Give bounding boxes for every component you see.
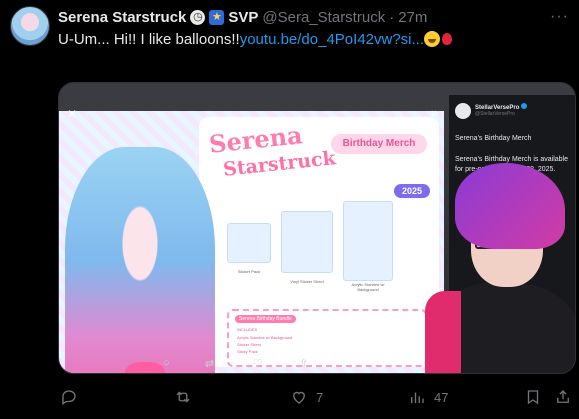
embedded-headline: Serena's Birthday Merch bbox=[455, 135, 532, 142]
merch-item-label: Acrylic Standee w/ Background bbox=[351, 282, 385, 292]
merch-item: Acrylic Standee w/ Background bbox=[343, 201, 393, 292]
video-media[interactable]: Serena Starstruck Birthday Merch 2025 St… bbox=[58, 82, 576, 374]
heart-icon bbox=[293, 391, 305, 404]
affiliate-tag: SVP bbox=[228, 9, 259, 26]
expand-icon[interactable]: » bbox=[431, 105, 438, 120]
merch-item-label: Vinyl Sticker Sheet bbox=[290, 279, 324, 284]
balloon-icon bbox=[442, 33, 453, 45]
timestamp[interactable]: 27m bbox=[398, 9, 427, 26]
repost-button[interactable] bbox=[174, 386, 200, 408]
display-name[interactable]: Serena Starstruck bbox=[58, 9, 186, 26]
more-options-icon[interactable]: ··· bbox=[550, 8, 569, 26]
bundle-item: Sticker Sheet bbox=[237, 342, 261, 347]
avatar[interactable] bbox=[10, 6, 50, 46]
reply-button[interactable] bbox=[60, 386, 86, 408]
like-button[interactable]: 7 bbox=[290, 386, 323, 408]
close-icon[interactable]: ✕ bbox=[65, 107, 79, 121]
star-icon: ★ bbox=[209, 10, 225, 25]
merch-item: Sticker Pack bbox=[227, 223, 271, 274]
bookmark-button[interactable] bbox=[524, 386, 542, 408]
repost-icon: ⇄ bbox=[205, 358, 215, 370]
anime-character-illustration bbox=[65, 147, 215, 373]
post-link[interactable]: youtu.be/do_4PoI42vw?si... bbox=[240, 31, 424, 48]
merch-item-label: Sticker Pack bbox=[237, 269, 261, 274]
merch-graphic: Serena Starstruck Birthday Merch 2025 St… bbox=[59, 111, 444, 373]
views-button[interactable]: 47 bbox=[408, 386, 448, 408]
reply-icon: ○ bbox=[163, 357, 170, 369]
smiling-face-icon bbox=[424, 31, 441, 47]
post-text: U-Um... Hi!! I like balloons!!youtu.be/d… bbox=[58, 31, 453, 48]
vtuber-avatar-overlay bbox=[415, 163, 575, 373]
post-actions: 7 47 bbox=[58, 386, 576, 410]
embedded-avatar bbox=[455, 103, 471, 119]
merch-item: Vinyl Sticker Sheet bbox=[281, 211, 333, 284]
verified-icon bbox=[521, 103, 528, 109]
embedded-name: StellarVersePro bbox=[475, 103, 528, 111]
clock-icon: ◷ bbox=[190, 10, 206, 25]
post-header: Serena Starstruck ◷ ★ SVP @Sera_Starstru… bbox=[58, 9, 427, 26]
bookmark-icon bbox=[527, 390, 539, 405]
post-text-body: U-Um... Hi!! I like balloons!! bbox=[58, 31, 240, 48]
repost-icon bbox=[176, 391, 190, 403]
views-icon bbox=[411, 392, 424, 403]
like-icon: ♡ bbox=[253, 358, 263, 370]
embedded-action-bar: ○ ⇄ ♡ ⇧ bbox=[59, 353, 444, 373]
share-icon bbox=[557, 390, 569, 403]
bundle-title: Serena Birthday Bundle bbox=[235, 315, 296, 323]
birthday-merch-badge: Birthday Merch bbox=[331, 134, 427, 154]
handle[interactable]: @Sera_Starstruck bbox=[262, 9, 385, 26]
embedded-handle: @StellarVersePro bbox=[475, 111, 515, 117]
views-count: 47 bbox=[434, 389, 449, 405]
share-icon: ⇧ bbox=[299, 358, 309, 370]
like-count: 7 bbox=[316, 389, 324, 405]
share-button[interactable] bbox=[554, 386, 572, 408]
bundle-item: Acrylic Standee w/ Background bbox=[237, 335, 293, 340]
vtuber-hair bbox=[455, 163, 565, 249]
separator: · bbox=[389, 9, 395, 26]
bundle-includes: INCLUDES bbox=[237, 327, 258, 332]
reply-icon bbox=[62, 390, 76, 406]
